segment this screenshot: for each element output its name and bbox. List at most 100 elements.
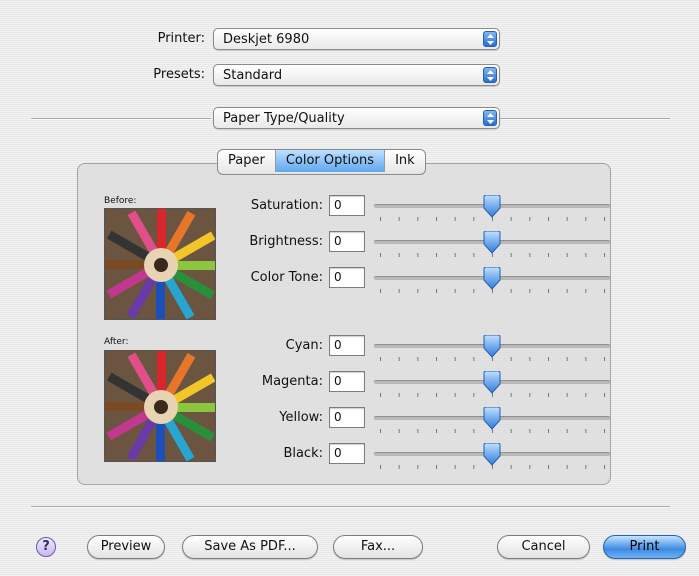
print-button[interactable]: Print <box>603 535 686 559</box>
slider-tick <box>566 253 568 257</box>
save-as-pdf-button[interactable]: Save As PDF... <box>182 535 318 559</box>
slider-tick <box>604 217 605 221</box>
slider-tick <box>566 465 568 469</box>
brightness-label: Brightness: <box>249 234 323 249</box>
slider-tick <box>398 429 400 433</box>
slider-tick <box>548 357 549 361</box>
slider-tick <box>604 253 605 257</box>
slider-tick <box>566 429 568 433</box>
slider-tick <box>529 253 531 257</box>
slider-tick <box>585 393 587 397</box>
slider-tick <box>436 393 437 397</box>
tab-paper[interactable]: Paper <box>218 150 275 172</box>
slider-knob[interactable] <box>481 334 503 359</box>
slider-tick <box>417 465 419 469</box>
color-tone-slider[interactable] <box>374 266 610 297</box>
popup-arrows-icon <box>483 110 497 126</box>
black-slider[interactable] <box>374 442 610 473</box>
slider-tick <box>454 393 456 397</box>
printer-label: Printer: <box>157 31 205 46</box>
slider-knob[interactable] <box>481 442 503 467</box>
cyan-label: Cyan: <box>285 338 323 353</box>
slider-tick <box>510 289 512 293</box>
slider-tick <box>473 289 475 293</box>
slider-tick <box>529 393 531 397</box>
presets-label: Presets: <box>153 67 205 82</box>
brightness-slider[interactable] <box>374 230 610 261</box>
slider-tick <box>417 393 419 397</box>
slider-tick <box>529 289 531 293</box>
cancel-button[interactable]: Cancel <box>497 535 590 559</box>
magenta-slider[interactable] <box>374 370 610 401</box>
saturation-field[interactable]: 0 <box>329 195 365 216</box>
printer-popup[interactable]: Deskjet 6980 <box>213 28 500 50</box>
slider-knob[interactable] <box>481 194 503 219</box>
black-field[interactable]: 0 <box>329 443 365 464</box>
slider-tick <box>604 465 605 469</box>
help-button[interactable]: ? <box>36 537 56 557</box>
tab-ink[interactable]: Ink <box>384 150 425 172</box>
slider-tick <box>566 393 568 397</box>
slider-knob[interactable] <box>481 230 503 255</box>
slider-tick <box>604 393 605 397</box>
fax-button[interactable]: Fax... <box>333 535 423 559</box>
slider-knob[interactable] <box>481 370 503 395</box>
slider-knob[interactable] <box>481 266 503 291</box>
slider-tick <box>604 429 605 433</box>
slider-tick <box>566 289 568 293</box>
slider-tick <box>510 465 512 469</box>
color-tone-field[interactable]: 0 <box>329 267 365 288</box>
slider-tick <box>417 429 419 433</box>
presets-popup[interactable]: Standard <box>213 64 500 86</box>
saturation-label: Saturation: <box>250 198 323 213</box>
slider-tick <box>380 289 381 293</box>
yellow-slider[interactable] <box>374 406 610 437</box>
slider-tick <box>398 253 400 257</box>
slider-tick <box>380 357 381 361</box>
tab-bar: Paper Color Options Ink <box>217 149 426 175</box>
slider-tick <box>548 429 549 433</box>
slider-tick <box>585 465 587 469</box>
slider-tick <box>473 393 475 397</box>
separator <box>500 118 670 120</box>
magenta-label: Magenta: <box>261 374 323 389</box>
slider-tick <box>380 429 381 433</box>
presets-value: Standard <box>223 68 283 83</box>
slider-knob[interactable] <box>481 406 503 431</box>
slider-tick <box>510 357 512 361</box>
yellow-field[interactable]: 0 <box>329 407 365 428</box>
slider-tick <box>398 289 400 293</box>
preview-button[interactable]: Preview <box>87 535 165 559</box>
slider-tick <box>417 289 419 293</box>
popup-arrows-icon <box>483 67 497 83</box>
slider-tick <box>398 217 400 221</box>
slider-tick <box>473 217 475 221</box>
before-preview-image <box>104 208 216 320</box>
slider-tick <box>398 393 400 397</box>
slider-tick <box>454 217 456 221</box>
cyan-field[interactable]: 0 <box>329 335 365 356</box>
saturation-slider[interactable] <box>374 194 610 225</box>
slider-tick <box>436 289 437 293</box>
separator <box>31 118 211 120</box>
slider-tick <box>548 253 549 257</box>
slider-tick <box>585 289 587 293</box>
brightness-field[interactable]: 0 <box>329 231 365 252</box>
magenta-field[interactable]: 0 <box>329 371 365 392</box>
slider-tick <box>398 357 400 361</box>
separator <box>31 506 670 508</box>
slider-tick <box>529 217 531 221</box>
cyan-slider[interactable] <box>374 334 610 365</box>
slider-tick <box>417 217 419 221</box>
panel-value: Paper Type/Quality <box>223 111 345 126</box>
tab-color-options[interactable]: Color Options <box>274 150 385 172</box>
black-label: Black: <box>283 446 323 461</box>
slider-tick <box>585 217 587 221</box>
slider-tick <box>548 217 549 221</box>
panel-popup[interactable]: Paper Type/Quality <box>213 107 500 129</box>
slider-tick <box>380 253 381 257</box>
slider-tick <box>585 253 587 257</box>
slider-tick <box>454 289 456 293</box>
slider-tick <box>566 217 568 221</box>
slider-tick <box>510 253 512 257</box>
